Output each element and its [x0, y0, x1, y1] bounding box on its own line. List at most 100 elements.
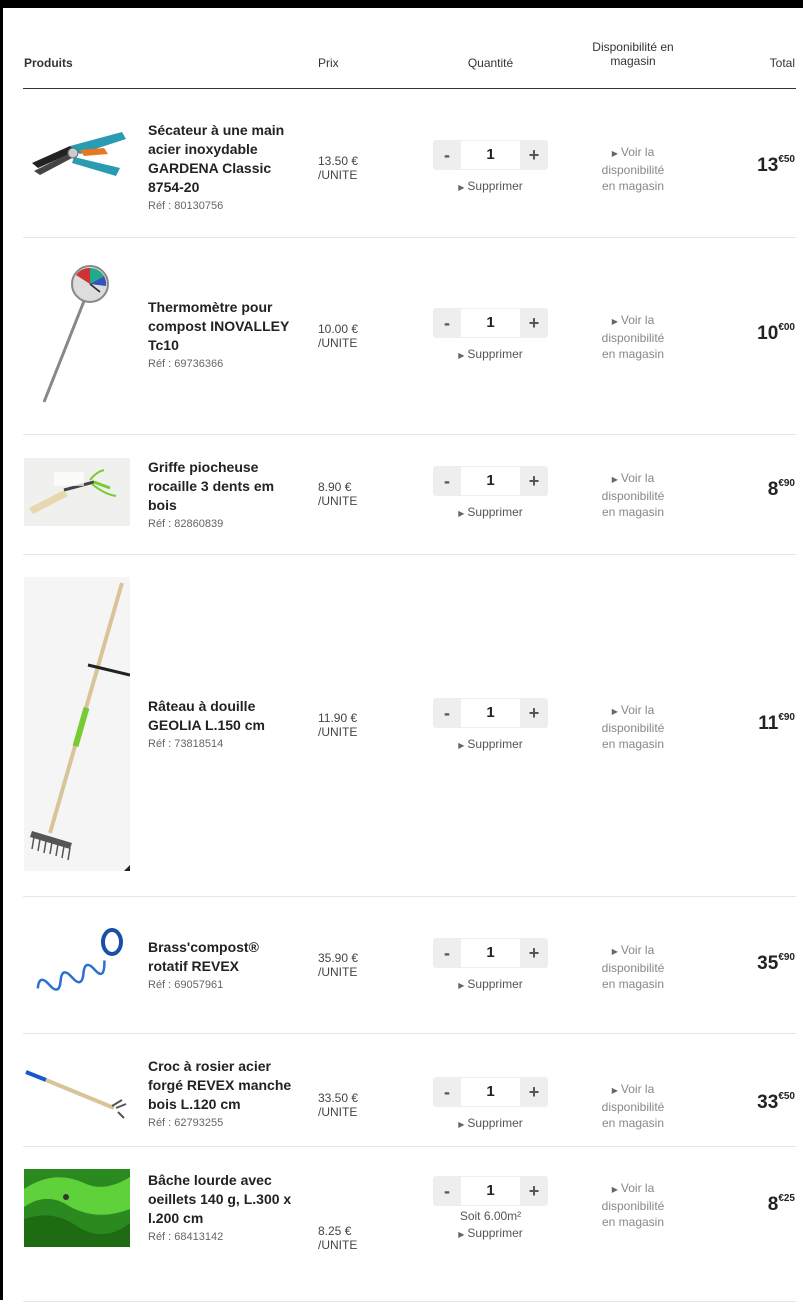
- store-availability-link[interactable]: ▶ Voir la disponibilité en magasin: [583, 1180, 683, 1230]
- triangle-right-icon: ▶: [611, 1185, 618, 1194]
- product-name[interactable]: Griffe piocheuse rocaille 3 dents em boi…: [148, 458, 298, 531]
- line-total: 8€90: [767, 478, 795, 500]
- remove-link[interactable]: ▶ Supprimer: [433, 737, 548, 751]
- triangle-right-icon: ▶: [611, 1086, 618, 1095]
- rake-image: [24, 577, 130, 871]
- increase-quantity-button[interactable]: +: [520, 698, 548, 728]
- header-divider: [23, 88, 796, 89]
- increase-quantity-button[interactable]: +: [520, 1077, 548, 1107]
- row-divider: [23, 896, 796, 897]
- store-availability-link[interactable]: ▶ Voir la disponibilité en magasin: [583, 144, 683, 194]
- store-availability-link[interactable]: ▶ Voir la disponibilité en magasin: [583, 470, 683, 520]
- decrease-quantity-button[interactable]: -: [433, 140, 461, 170]
- product-name[interactable]: Sécateur à une main acier inoxydable GAR…: [148, 121, 298, 213]
- line-total: 10€00: [757, 322, 795, 344]
- decrease-quantity-button[interactable]: -: [433, 466, 461, 496]
- line-total: 13€50: [757, 154, 795, 176]
- increase-quantity-button[interactable]: +: [520, 140, 548, 170]
- quantity-input[interactable]: 1: [461, 466, 520, 496]
- line-total: 8€25: [767, 1193, 795, 1215]
- header-availability-line1: Disponibilité en: [592, 40, 674, 54]
- header-price: Prix: [318, 56, 339, 70]
- unit-price: 8.90 €/UNITE: [318, 480, 358, 508]
- quantity-input[interactable]: 1: [461, 308, 520, 338]
- decrease-quantity-button[interactable]: -: [433, 698, 461, 728]
- product-name[interactable]: Brass'compost® rotatif REVEX Réf : 69057…: [148, 938, 298, 992]
- remove-link[interactable]: ▶ Supprimer: [433, 1226, 548, 1240]
- triangle-right-icon: ▶: [458, 1120, 465, 1129]
- quantity-stepper: - 1 +: [433, 308, 548, 338]
- hand-cultivator-image: [24, 458, 130, 526]
- quantity-input[interactable]: 1: [461, 698, 520, 728]
- quantity-stepper: - 1 +: [433, 938, 548, 968]
- decrease-quantity-button[interactable]: -: [433, 938, 461, 968]
- triangle-right-icon: ▶: [458, 1230, 465, 1239]
- increase-quantity-button[interactable]: +: [520, 1176, 548, 1206]
- increase-quantity-button[interactable]: +: [520, 938, 548, 968]
- row-divider: [23, 554, 796, 555]
- line-total: 11€90: [758, 712, 795, 734]
- area-equivalent: Soit 6.00m²: [459, 1209, 522, 1223]
- product-name[interactable]: Croc à rosier acier forgé REVEX manche b…: [148, 1057, 298, 1130]
- remove-link[interactable]: ▶ Supprimer: [433, 1116, 548, 1130]
- rose-hoe-image: [24, 1066, 130, 1126]
- store-availability-link[interactable]: ▶ Voir la disponibilité en magasin: [583, 1081, 683, 1131]
- header-products: Produits: [24, 56, 73, 70]
- product-ref: Réf : 62793255: [148, 1117, 224, 1129]
- quantity-input[interactable]: 1: [461, 140, 520, 170]
- product-ref: Réf : 82860839: [148, 518, 224, 530]
- remove-link[interactable]: ▶ Supprimer: [433, 179, 548, 193]
- cart-table-header: Produits Prix Quantité Disponibilité en …: [3, 8, 803, 88]
- increase-quantity-button[interactable]: +: [520, 308, 548, 338]
- quantity-stepper: - 1 +: [433, 698, 548, 728]
- header-availability-line2: magasin: [610, 54, 656, 68]
- store-availability-link[interactable]: ▶ Voir la disponibilité en magasin: [583, 312, 683, 362]
- header-availability: Disponibilité en magasin: [563, 40, 703, 68]
- triangle-right-icon: ▶: [611, 149, 618, 158]
- line-total: 35€90: [757, 952, 795, 974]
- store-availability-link[interactable]: ▶ Voir la disponibilité en magasin: [583, 942, 683, 992]
- product-ref: Réf : 69057961: [148, 979, 224, 991]
- quantity-input[interactable]: 1: [461, 1176, 520, 1206]
- header-quantity: Quantité: [467, 56, 514, 70]
- unit-price: 33.50 €/UNITE: [318, 1091, 359, 1119]
- row-divider: [23, 237, 796, 238]
- line-total: 33€50: [757, 1091, 795, 1113]
- decrease-quantity-button[interactable]: -: [433, 1077, 461, 1107]
- triangle-right-icon: ▶: [611, 947, 618, 956]
- triangle-right-icon: ▶: [611, 317, 618, 326]
- header-total: Total: [769, 56, 795, 70]
- product-ref: Réf : 73818514: [148, 738, 224, 750]
- unit-price: 10.00 €/UNITE: [318, 322, 359, 350]
- quantity-input[interactable]: 1: [461, 938, 520, 968]
- product-name[interactable]: Thermomètre pour compost INOVALLEY Tc10 …: [148, 298, 298, 371]
- tarp-image: [24, 1169, 130, 1247]
- triangle-right-icon: ▶: [611, 475, 618, 484]
- product-ref: Réf : 80130756: [148, 200, 224, 212]
- quantity-stepper: - 1 +: [433, 1176, 548, 1206]
- product-ref: Réf : 69736366: [148, 358, 224, 370]
- triangle-right-icon: ▶: [458, 183, 465, 192]
- row-divider: [23, 434, 796, 435]
- product-name[interactable]: Râteau à douille GEOLIA L.150 cm Réf : 7…: [148, 697, 298, 751]
- remove-link[interactable]: ▶ Supprimer: [433, 347, 548, 361]
- thermometer-image: [24, 264, 130, 406]
- decrease-quantity-button[interactable]: -: [433, 308, 461, 338]
- increase-quantity-button[interactable]: +: [520, 466, 548, 496]
- unit-price: 8.25 €/UNITE: [318, 1224, 358, 1252]
- remove-link[interactable]: ▶ Supprimer: [433, 977, 548, 991]
- pruner-image: [24, 126, 130, 186]
- store-availability-link[interactable]: ▶ Voir la disponibilité en magasin: [583, 702, 683, 752]
- compost-aerator-image: [24, 920, 130, 1008]
- product-name[interactable]: Bâche lourde avec oeillets 140 g, L.300 …: [148, 1171, 298, 1244]
- row-divider: [23, 1146, 796, 1147]
- triangle-right-icon: ▶: [458, 981, 465, 990]
- row-divider: [23, 1033, 796, 1034]
- quantity-input[interactable]: 1: [461, 1077, 520, 1107]
- triangle-right-icon: ▶: [458, 509, 465, 518]
- remove-link[interactable]: ▶ Supprimer: [433, 505, 548, 519]
- decrease-quantity-button[interactable]: -: [433, 1176, 461, 1206]
- triangle-right-icon: ▶: [458, 741, 465, 750]
- triangle-right-icon: ▶: [458, 351, 465, 360]
- triangle-right-icon: ▶: [611, 707, 618, 716]
